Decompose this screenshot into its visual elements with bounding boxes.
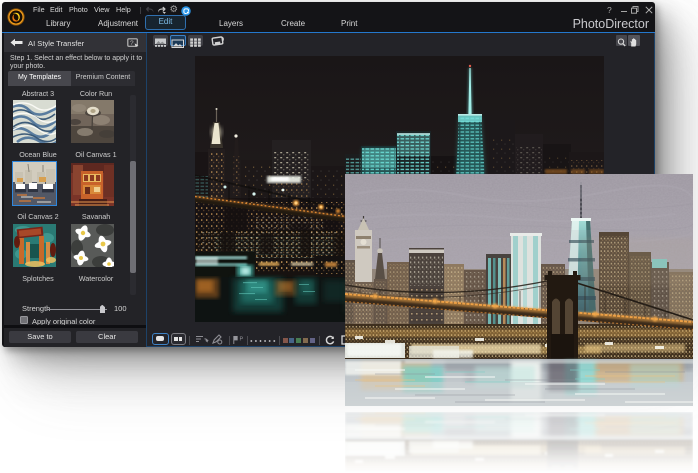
svg-text:P: P — [240, 336, 244, 342]
svg-text:?: ? — [130, 39, 134, 46]
